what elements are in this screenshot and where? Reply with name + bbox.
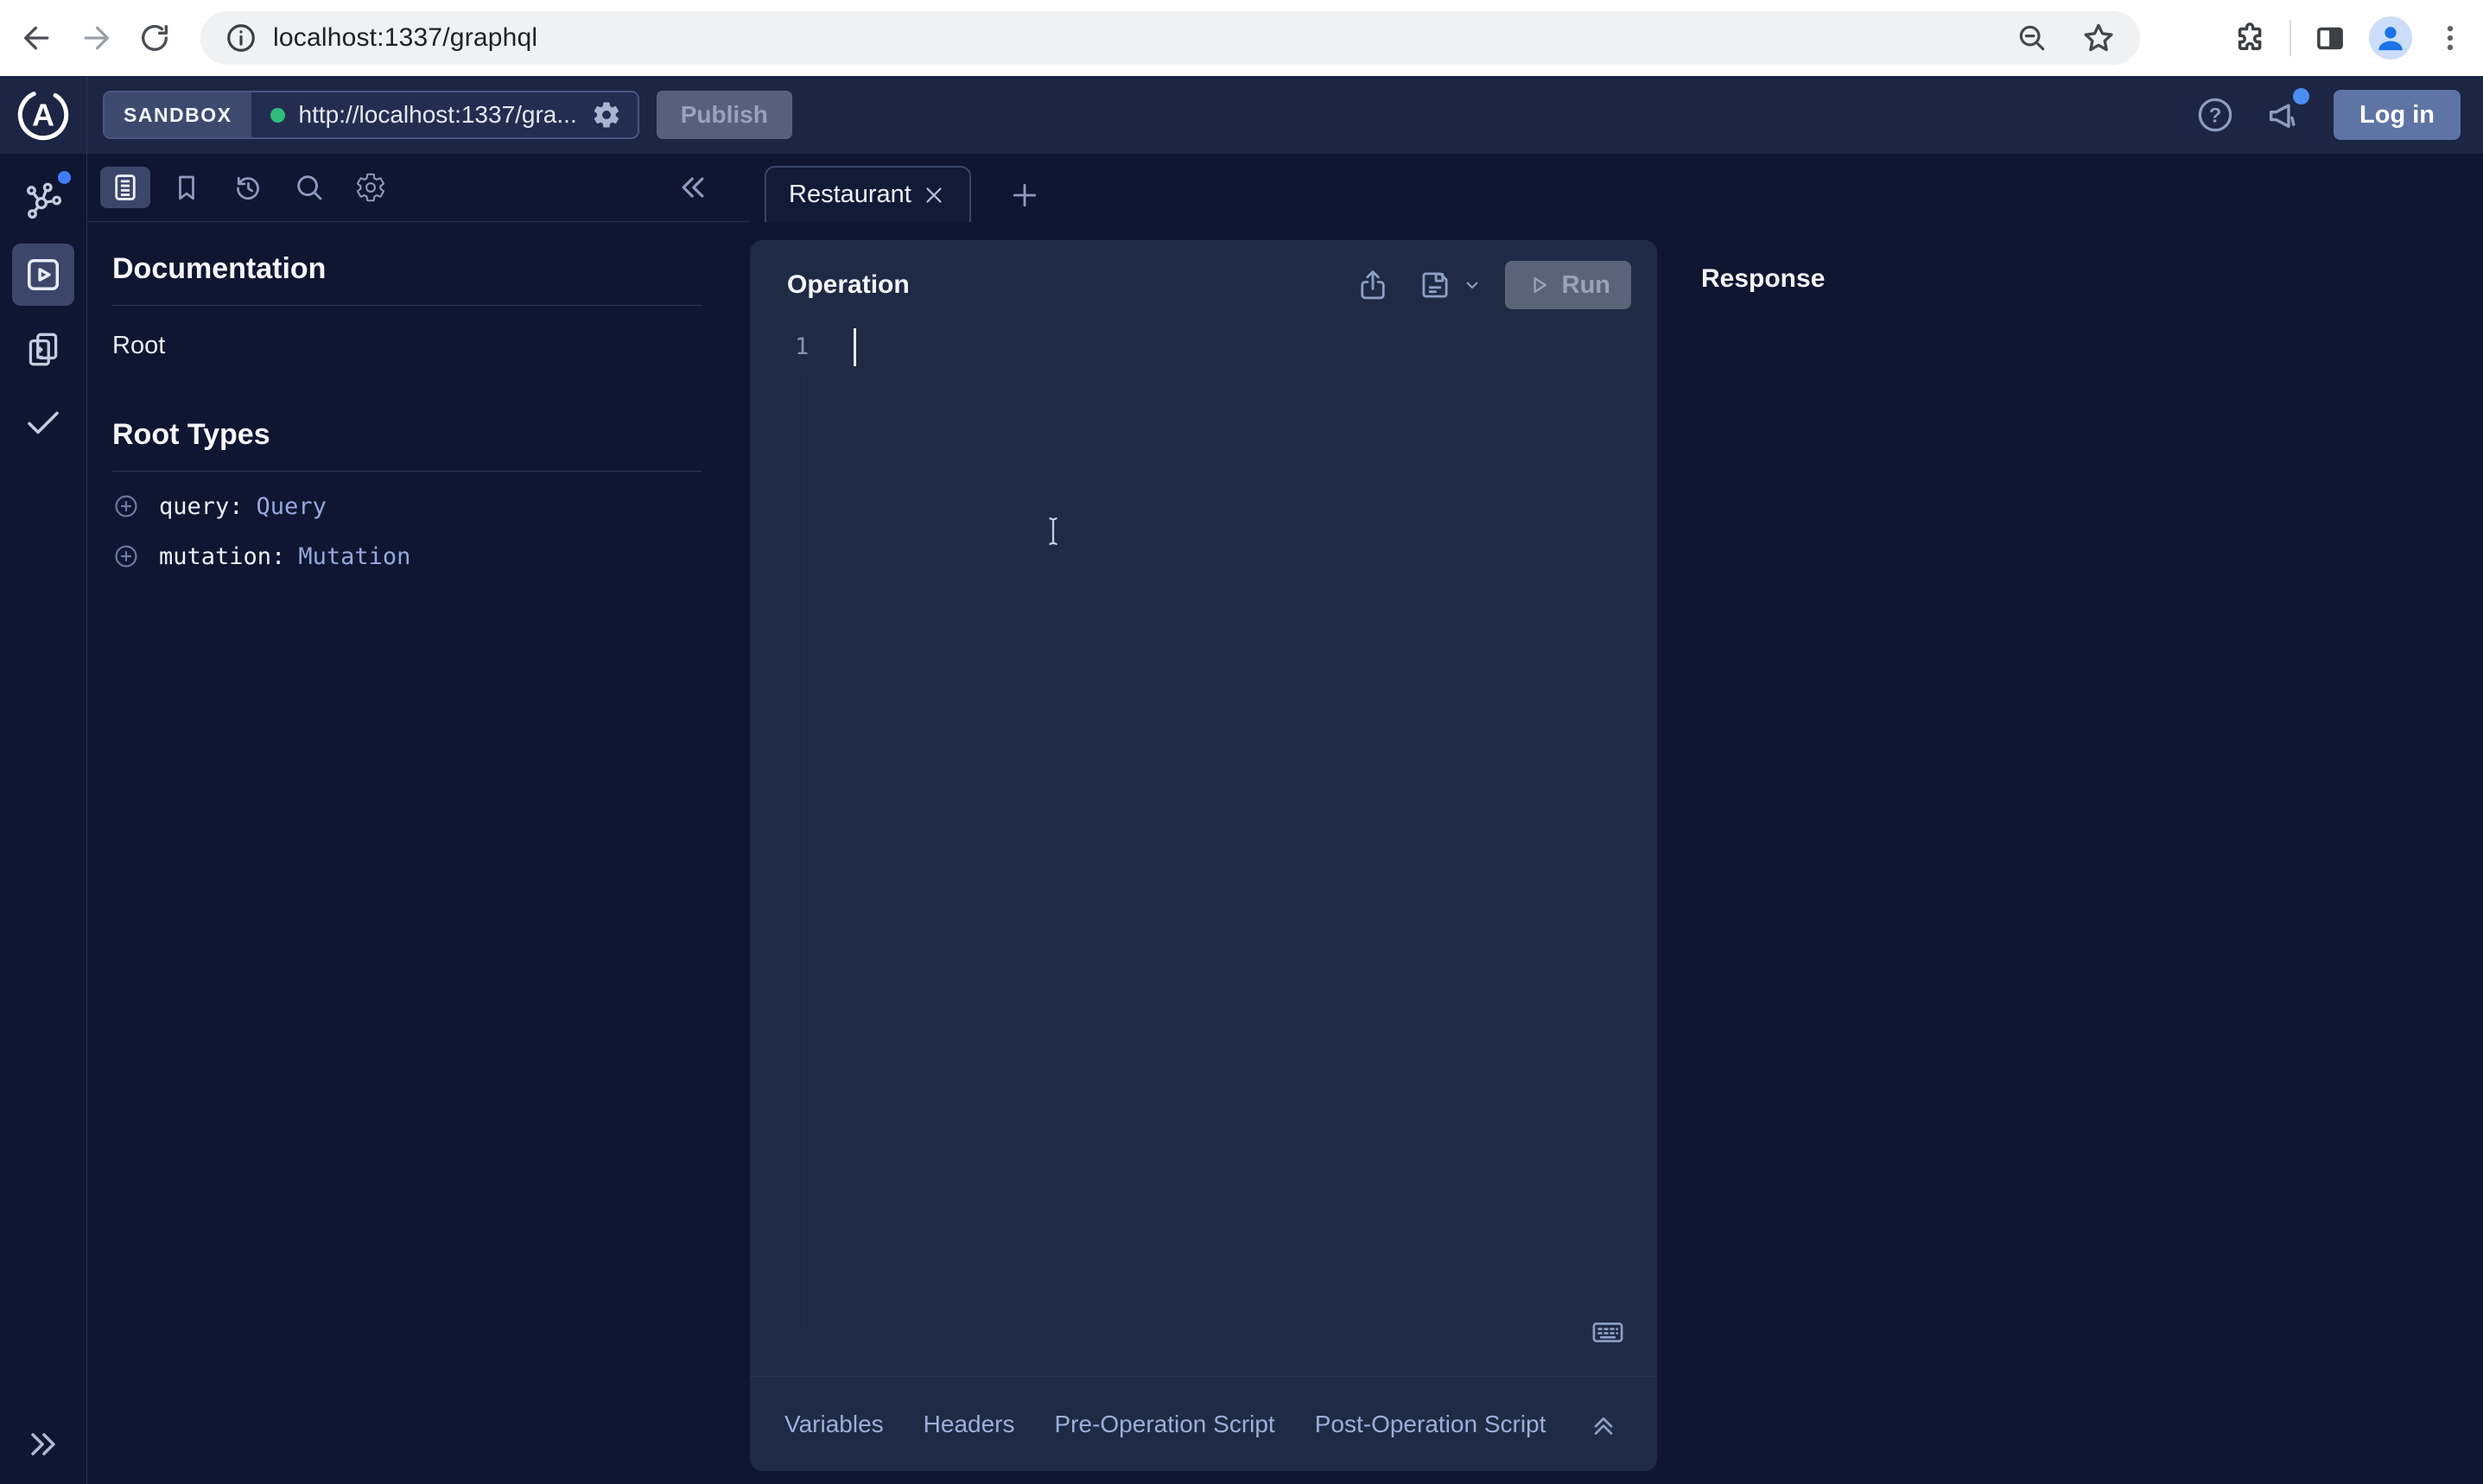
explorer-icon [21, 252, 66, 297]
apollo-header: A SANDBOX http://localhost:1337/gra... P… [0, 76, 2483, 154]
root-link[interactable]: Root [112, 332, 165, 360]
announcements-icon[interactable] [2264, 95, 2304, 135]
chrome-divider [2289, 20, 2291, 56]
tab-label: Restaurant [789, 181, 911, 209]
collapse-panel-icon[interactable] [676, 170, 710, 205]
field-name: mutation: [159, 543, 285, 570]
add-circle-icon[interactable] [112, 492, 140, 520]
publish-button[interactable]: Publish [657, 91, 792, 139]
apollo-logo-cell: A [0, 76, 87, 154]
announcements-notification-dot [2293, 88, 2309, 105]
doc-title: Documentation [112, 251, 702, 286]
pre-operation-script-link[interactable]: Pre-Operation Script [1055, 1411, 1275, 1438]
root-types-title: Root Types [112, 417, 702, 452]
side-panel-icon[interactable] [2312, 20, 2348, 56]
close-tab-icon[interactable] [921, 182, 947, 208]
apollo-logo[interactable]: A [16, 87, 71, 143]
editor-column: Restaurant Operation [750, 154, 1657, 1484]
response-panel: Response [1657, 154, 2483, 1484]
type-name[interactable]: Mutation [298, 543, 410, 570]
checkmark-icon [22, 401, 64, 442]
run-button[interactable]: Run [1505, 261, 1631, 309]
share-icon[interactable] [1355, 267, 1391, 303]
reload-icon[interactable] [135, 18, 175, 58]
endpoint-box: SANDBOX http://localhost:1337/gra... [103, 91, 639, 139]
profile-avatar[interactable] [2369, 16, 2412, 60]
site-info-icon[interactable] [225, 22, 257, 54]
root-type-row-query[interactable]: query: Query [112, 492, 702, 520]
rail-item-sandbox-pages[interactable] [14, 320, 73, 378]
zoom-icon[interactable] [2016, 22, 2048, 54]
bookmarks-icon[interactable] [162, 167, 212, 208]
search-icon[interactable] [284, 167, 334, 208]
run-label: Run [1562, 271, 1610, 300]
forward-icon[interactable] [76, 18, 116, 58]
expand-panel-icon[interactable] [1588, 1409, 1619, 1440]
headers-link[interactable]: Headers [924, 1411, 1015, 1438]
rail-item-explorer[interactable] [12, 244, 74, 306]
settings-icon[interactable] [346, 167, 396, 208]
add-circle-icon[interactable] [112, 542, 140, 570]
tab-bar: Restaurant [750, 154, 1657, 240]
line-number: 1 [795, 333, 809, 360]
endpoint-settings-icon[interactable] [591, 99, 622, 130]
url-bar[interactable]: localhost:1337/graphql [200, 11, 2140, 65]
operation-panel: Operation Run [750, 240, 1657, 1471]
keyboard-shortcuts-icon[interactable] [1590, 1314, 1626, 1350]
save-icon[interactable] [1417, 267, 1453, 303]
new-tab-icon[interactable] [1007, 178, 1042, 212]
doc-content: Documentation Root Root Types query: Que… [87, 222, 750, 570]
divider [112, 305, 702, 306]
documentation-tab-icon[interactable] [100, 167, 150, 208]
extensions-icon[interactable] [2232, 20, 2269, 56]
sandbox-badge: SANDBOX [105, 92, 251, 137]
svg-text:?: ? [2209, 104, 2222, 127]
response-title: Response [1701, 264, 1825, 293]
left-icon-rail [0, 154, 87, 1484]
operation-footer: Variables Headers Pre-Operation Script P… [750, 1376, 1657, 1471]
type-name[interactable]: Query [257, 493, 327, 520]
variables-link[interactable]: Variables [784, 1411, 884, 1438]
browser-chrome: localhost:1337/graphql [0, 0, 2483, 76]
graph-icon [22, 179, 65, 222]
history-icon[interactable] [223, 167, 273, 208]
save-group[interactable] [1417, 267, 1483, 303]
graph-notification-dot [58, 171, 71, 184]
connection-status-dot [270, 108, 285, 123]
expand-rail-icon[interactable] [24, 1425, 62, 1463]
browser-menu-icon[interactable] [2433, 21, 2467, 55]
endpoint-url[interactable]: http://localhost:1337/gra... [299, 101, 577, 129]
gutter-divider [803, 375, 804, 1325]
bookmark-star-icon[interactable] [2081, 21, 2116, 55]
divider [112, 471, 702, 472]
field-name: query: [159, 493, 244, 520]
root-type-row-mutation[interactable]: mutation: Mutation [112, 542, 702, 570]
text-caret [854, 328, 856, 366]
url-text[interactable]: localhost:1337/graphql [273, 23, 1983, 53]
doc-toolbar [87, 154, 750, 222]
documentation-panel: Documentation Root Root Types query: Que… [87, 154, 750, 1484]
post-operation-script-link[interactable]: Post-Operation Script [1315, 1411, 1546, 1438]
login-button[interactable]: Log in [2334, 90, 2461, 140]
mouse-ibeam-cursor [1038, 514, 1068, 549]
operation-header: Operation Run [750, 240, 1657, 309]
rail-item-checks[interactable] [14, 392, 73, 451]
rail-item-graph[interactable] [14, 171, 73, 230]
help-icon[interactable]: ? [2195, 95, 2235, 135]
save-dropdown-icon[interactable] [1462, 275, 1483, 295]
pages-diff-icon [22, 327, 65, 371]
operation-title: Operation [787, 270, 1355, 300]
run-play-icon [1526, 272, 1552, 298]
back-icon[interactable] [17, 18, 57, 58]
chrome-actions [2232, 16, 2467, 60]
svg-text:A: A [32, 97, 54, 132]
tab-restaurant[interactable]: Restaurant [765, 166, 971, 222]
operation-editor[interactable]: 1 [750, 327, 1657, 1376]
main-area: Documentation Root Root Types query: Que… [0, 154, 2483, 1484]
